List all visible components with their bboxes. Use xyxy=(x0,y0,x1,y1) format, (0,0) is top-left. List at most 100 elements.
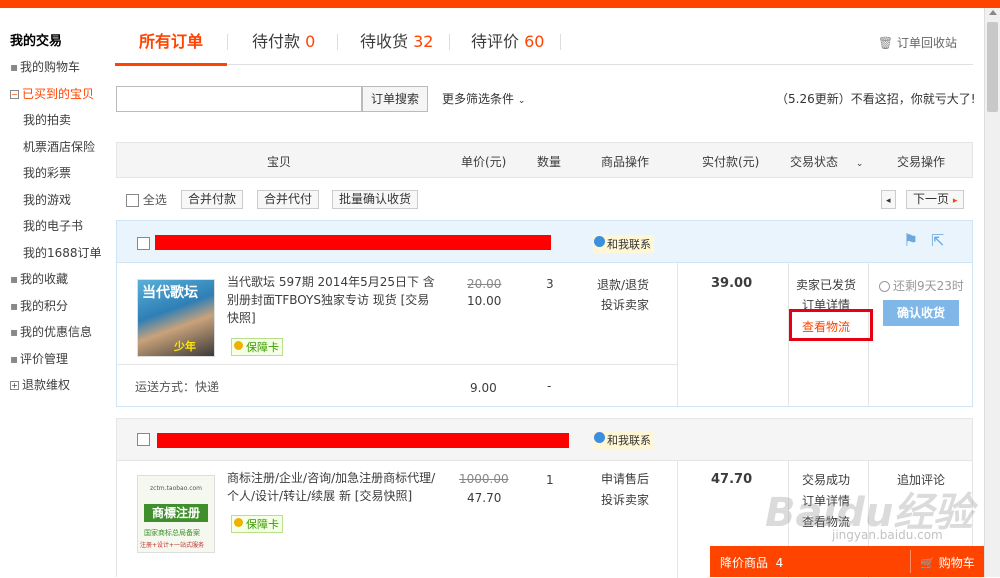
more-filters-toggle[interactable]: 更多筛选条件 ⌄ xyxy=(442,90,525,107)
price-drop-count: 4 xyxy=(775,556,784,570)
shield-icon xyxy=(234,341,243,350)
flag-icon[interactable]: ⚑ xyxy=(903,231,918,251)
thumbnail-caption: 当代歌坛 xyxy=(142,285,198,301)
order-checkbox[interactable] xyxy=(137,433,150,446)
sidebar-item-label: 退款维权 xyxy=(22,378,71,392)
tab-pending-review[interactable]: 待评价 60 xyxy=(471,28,544,52)
batch-toolbar: 全选 合并付款 合并代付 批量确认收货 ◂ 下一页 ▸ xyxy=(116,186,973,212)
page-scrollbar[interactable] xyxy=(984,8,1000,577)
bullet-icon: ▪ xyxy=(10,60,19,74)
more-filters-label: 更多筛选条件 xyxy=(442,92,515,106)
select-all[interactable]: 全选 xyxy=(126,191,167,208)
guarantee-badge[interactable]: 保障卡 xyxy=(231,515,283,533)
product-title-link[interactable]: 当代歌坛 597期 2014年5月25日下 含别册封面TFBOYS独家专访 现货… xyxy=(227,273,441,327)
column-divider xyxy=(677,263,678,406)
shipping-fee: 9.00 xyxy=(470,381,497,395)
guarantee-badge[interactable]: 保障卡 xyxy=(231,338,283,356)
tab-all-orders[interactable]: 所有订单 xyxy=(139,28,203,52)
watermark-url: jingyan.baidu.com xyxy=(832,528,943,542)
order-checkbox[interactable] xyxy=(137,237,150,250)
next-page-button[interactable]: 下一页 ▸ xyxy=(906,190,965,209)
header-status[interactable]: 交易状态 ⌄ xyxy=(790,153,863,170)
sidebar-item-ebooks[interactable]: 我的电子书 xyxy=(0,213,110,240)
scroll-thumb[interactable] xyxy=(987,22,998,112)
product-title-link[interactable]: 商标注册/企业/咨询/加急注册商标代理/个人/设计/转让/续展 新 [交易快照] xyxy=(227,469,441,505)
contact-label: 和我联系 xyxy=(607,238,651,251)
cart-icon: 🛒 xyxy=(920,556,935,570)
unit-price: 47.70 xyxy=(467,491,502,505)
order-header: 和我联系 xyxy=(117,419,972,461)
batch-confirm-button[interactable]: 批量确认收货 xyxy=(332,190,419,209)
thumbnail-caption: 国家商标总局备案 xyxy=(144,529,200,537)
cart-link[interactable]: 🛒 购物车 xyxy=(920,554,975,571)
tab-divider xyxy=(227,34,228,50)
sidebar-item-reviews[interactable]: ▪ 评价管理 xyxy=(0,346,110,373)
contact-seller-link[interactable]: 和我联系 xyxy=(593,235,654,253)
sidebar-item-label: 我的游戏 xyxy=(23,192,72,207)
prev-page-button[interactable]: ◂ xyxy=(881,190,896,209)
sidebar-item-label: 机票酒店保险 xyxy=(23,139,96,154)
sidebar-item-points[interactable]: ▪ 我的积分 xyxy=(0,293,110,320)
sidebar-item-bought[interactable]: − 已买到的宝贝 xyxy=(0,81,110,108)
view-logistics-link[interactable]: 查看物流 xyxy=(802,318,850,335)
sidebar-item-coupons[interactable]: ▪ 我的优惠信息 xyxy=(0,319,110,346)
order-search-button[interactable]: 订单搜索 xyxy=(362,86,428,112)
expand-icon[interactable]: + xyxy=(10,381,19,390)
sidebar-item-favorites[interactable]: ▪ 我的收藏 xyxy=(0,266,110,293)
tab-count: 0 xyxy=(305,32,316,51)
sidebar-item-label: 我的收藏 xyxy=(20,272,69,286)
select-all-checkbox[interactable] xyxy=(126,194,139,207)
recycle-bin-link[interactable]: 🗑 订单回收站 xyxy=(878,34,957,51)
countdown: 还剩9天23时 xyxy=(879,277,964,294)
sidebar-item-label: 已买到的宝贝 xyxy=(22,86,95,101)
sidebar-item-label: 我的积分 xyxy=(20,298,69,313)
confirm-receipt-button[interactable]: 确认收货 xyxy=(883,300,959,326)
after-sale-link[interactable]: 申请售后 xyxy=(601,470,649,487)
bullet-icon: ▪ xyxy=(10,272,19,286)
price-drop-bar[interactable]: 降价商品 4 🛒 购物车 xyxy=(710,546,984,577)
product-thumbnail[interactable]: 当代歌坛 少年 xyxy=(137,279,215,357)
sidebar-item-auction[interactable]: 我的拍卖 xyxy=(0,107,110,134)
complain-link[interactable]: 投诉卖家 xyxy=(601,296,649,313)
price-drop-label: 降价商品 4 xyxy=(720,554,783,571)
order-search-input[interactable] xyxy=(116,86,362,112)
trash-icon: 🗑 xyxy=(877,36,894,50)
redacted-order-info xyxy=(155,235,551,250)
sidebar-item-1688[interactable]: 我的1688订单 xyxy=(0,240,110,267)
order-status: 卖家已发货 xyxy=(796,278,857,292)
sidebar-title: 我的交易 xyxy=(10,34,63,49)
tab-label: 待付款 xyxy=(252,32,301,51)
merge-proxy-button[interactable]: 合并代付 xyxy=(257,190,320,209)
header-status-label: 交易状态 xyxy=(790,155,839,169)
sidebar-item-games[interactable]: 我的游戏 xyxy=(0,187,110,214)
header-item-ops: 商品操作 xyxy=(601,155,650,169)
scroll-up-icon[interactable] xyxy=(989,10,997,15)
complain-link[interactable]: 投诉卖家 xyxy=(601,491,649,508)
original-price: 20.00 xyxy=(467,277,502,291)
sidebar-item-lottery[interactable]: 我的彩票 xyxy=(0,160,110,187)
refund-link[interactable]: 退款/退货 xyxy=(597,276,649,293)
promo-link[interactable]: （5.26更新）不看这招，你就亏大了! xyxy=(776,90,976,107)
contact-seller-link[interactable]: 和我联系 xyxy=(593,431,654,449)
tab-pending-payment[interactable]: 待付款 0 xyxy=(252,28,315,52)
shipping-dash: - xyxy=(547,379,552,393)
recycle-bin-label: 订单回收站 xyxy=(896,36,957,50)
paid-amount: 39.00 xyxy=(711,276,753,291)
sidebar-item-label: 我的优惠信息 xyxy=(20,325,93,339)
paid-amount: 47.70 xyxy=(711,472,753,487)
merge-pay-button[interactable]: 合并付款 xyxy=(181,190,244,209)
sidebar-item-refunds[interactable]: + 退款维权 xyxy=(0,372,110,399)
share-icon[interactable]: ⇱ xyxy=(931,231,944,250)
sidebar-item-label: 我的电子书 xyxy=(23,219,84,233)
quantity: 3 xyxy=(546,277,554,291)
badge-label: 保障卡 xyxy=(246,518,279,531)
sidebar-item-travel[interactable]: 机票酒店保险 xyxy=(0,134,110,161)
tab-pending-receipt[interactable]: 待收货 32 xyxy=(360,28,433,52)
collapse-icon[interactable]: − xyxy=(10,89,19,99)
header-unit-price: 单价(元) xyxy=(461,155,507,169)
sidebar-item-cart[interactable]: ▪ 我的购物车 xyxy=(0,54,110,81)
cart-label: 购物车 xyxy=(938,556,975,570)
bullet-icon: ▪ xyxy=(10,325,19,339)
product-thumbnail[interactable]: zctm.taobao.com 商標注册 国家商标总局备案 注册+设计+一站式服… xyxy=(137,475,215,553)
top-orange-bar xyxy=(0,0,1000,8)
